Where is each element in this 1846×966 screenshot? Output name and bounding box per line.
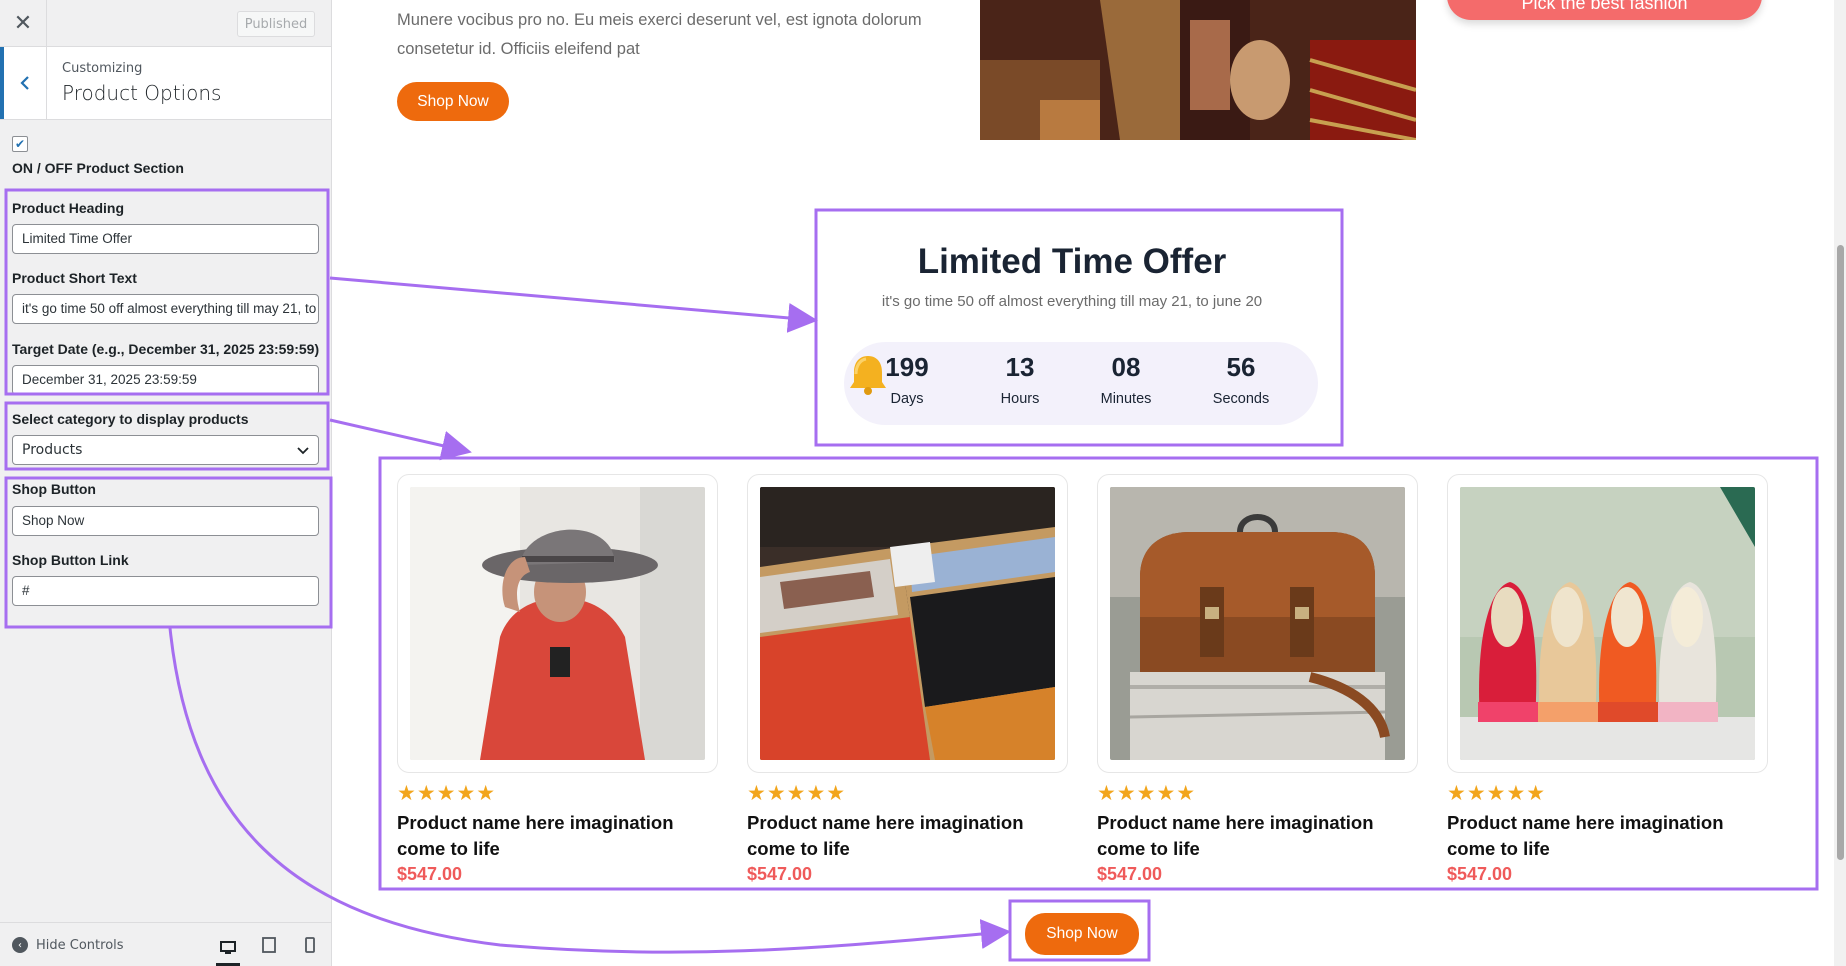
product-name[interactable]: Product name here imagination come to li… <box>1097 810 1397 862</box>
collapse-icon: ‹ <box>12 937 28 953</box>
countdown-value: 199 <box>885 352 929 382</box>
countdown-label: Days <box>890 391 924 407</box>
countdown-label: Seconds <box>1212 391 1270 407</box>
hero-image <box>980 0 1416 140</box>
tablet-icon <box>262 937 276 953</box>
countdown-label: Hours <box>1000 391 1040 407</box>
product-card[interactable] <box>1447 474 1768 773</box>
product-rating: ★★★★★ <box>747 781 847 805</box>
close-icon: ✕ <box>13 11 33 36</box>
product-rating: ★★★★★ <box>1447 781 1547 805</box>
countdown-value: 13 <box>1005 352 1035 382</box>
chevron-left-icon <box>20 76 29 90</box>
product-image[interactable] <box>760 487 1055 760</box>
desktop-icon <box>220 940 236 954</box>
product-section-toggle-checkbox[interactable]: ✔ <box>12 136 28 152</box>
product-short-text-input[interactable]: it's go time 50 off almost everything ti… <box>12 294 319 324</box>
publish-button[interactable]: Published <box>237 11 315 37</box>
preview-scrollbar[interactable] <box>1834 0 1846 966</box>
toggle-label: ON / OFF Product Section <box>12 160 184 176</box>
customizing-label: Customizing <box>62 61 143 76</box>
target-date-label: Target Date (e.g., December 31, 2025 23:… <box>12 341 320 357</box>
hero-text: Munere vocibus pro no. Eu meis exerci de… <box>397 11 922 58</box>
target-date-input[interactable]: December 31, 2025 23:59:59 <box>12 365 319 395</box>
product-image[interactable] <box>1110 487 1405 760</box>
section-title: Product Options <box>62 81 222 105</box>
product-name[interactable]: Product name here imagination come to li… <box>397 810 697 862</box>
shop-button-link-label: Shop Button Link <box>12 552 129 568</box>
product-price: $547.00 <box>1447 864 1513 884</box>
hero-shop-now-button[interactable]: Shop Now <box>397 82 509 121</box>
countdown-timer: 199 Days 13 Hours 08 Minutes 56 Seconds <box>844 342 1318 425</box>
category-select[interactable]: Products <box>12 435 319 465</box>
hide-controls-button[interactable]: ‹ Hide Controls <box>12 937 124 953</box>
offer-subtext: it's go time 50 off almost everything ti… <box>881 293 1263 310</box>
countdown-value: 56 <box>1226 352 1256 382</box>
chevron-down-icon <box>297 447 309 455</box>
product-heading-input[interactable]: Limited Time Offer <box>12 224 319 254</box>
countdown-minutes: 08 Minutes <box>1081 352 1171 407</box>
countdown-seconds: 56 Seconds <box>1196 352 1286 407</box>
customizer-header: ✕ Published <box>0 0 331 47</box>
mobile-icon <box>305 937 315 953</box>
category-select-value: Products <box>22 442 83 458</box>
site-preview: Munere vocibus pro no. Eu meis exerci de… <box>332 0 1846 966</box>
offer-heading: Limited Time Offer <box>917 242 1227 281</box>
tablet-preview-button[interactable] <box>257 933 281 957</box>
product-heading-label: Product Heading <box>12 200 125 216</box>
category-label: Select category to display products <box>12 411 249 427</box>
back-button[interactable] <box>0 47 47 119</box>
products-shop-now-button[interactable]: Shop Now <box>1025 913 1139 955</box>
product-short-text-label: Product Short Text <box>12 270 137 286</box>
product-image[interactable] <box>1460 487 1755 760</box>
section-title-bar: Customizing Product Options <box>0 47 331 120</box>
customizer-footer: ‹ Hide Controls <box>0 922 331 966</box>
mobile-preview-button[interactable] <box>298 933 322 957</box>
product-price: $547.00 <box>1097 864 1163 884</box>
shop-button-label: Shop Button <box>12 481 96 497</box>
close-customizer-button[interactable]: ✕ <box>0 0 47 47</box>
product-name[interactable]: Product name here imagination come to li… <box>747 810 1047 862</box>
product-price: $547.00 <box>747 864 813 884</box>
shop-button-input[interactable]: Shop Now <box>12 506 319 536</box>
product-rating: ★★★★★ <box>1097 781 1197 805</box>
countdown-value: 08 <box>1111 352 1141 382</box>
checkmark-icon: ✔ <box>14 137 26 151</box>
customizer-sidebar: ✕ Published Customizing Product Options … <box>0 0 332 966</box>
shop-button-link-input[interactable]: # <box>12 576 319 606</box>
countdown-label: Minutes <box>1100 391 1152 407</box>
product-rating: ★★★★★ <box>397 781 497 805</box>
product-price: $547.00 <box>397 864 463 884</box>
product-card[interactable] <box>1097 474 1418 773</box>
desktop-preview-button[interactable] <box>216 932 240 966</box>
scrollbar-thumb[interactable] <box>1837 245 1844 860</box>
product-image[interactable] <box>410 487 705 760</box>
product-name[interactable]: Product name here imagination come to li… <box>1447 810 1747 862</box>
product-card[interactable] <box>397 474 718 773</box>
product-card[interactable] <box>747 474 1068 773</box>
countdown-hours: 13 Hours <box>975 352 1065 407</box>
pick-fashion-button[interactable]: Pick the best fashion <box>1447 0 1762 20</box>
hide-controls-label: Hide Controls <box>36 937 124 953</box>
countdown-days: 199 Days <box>862 352 952 407</box>
